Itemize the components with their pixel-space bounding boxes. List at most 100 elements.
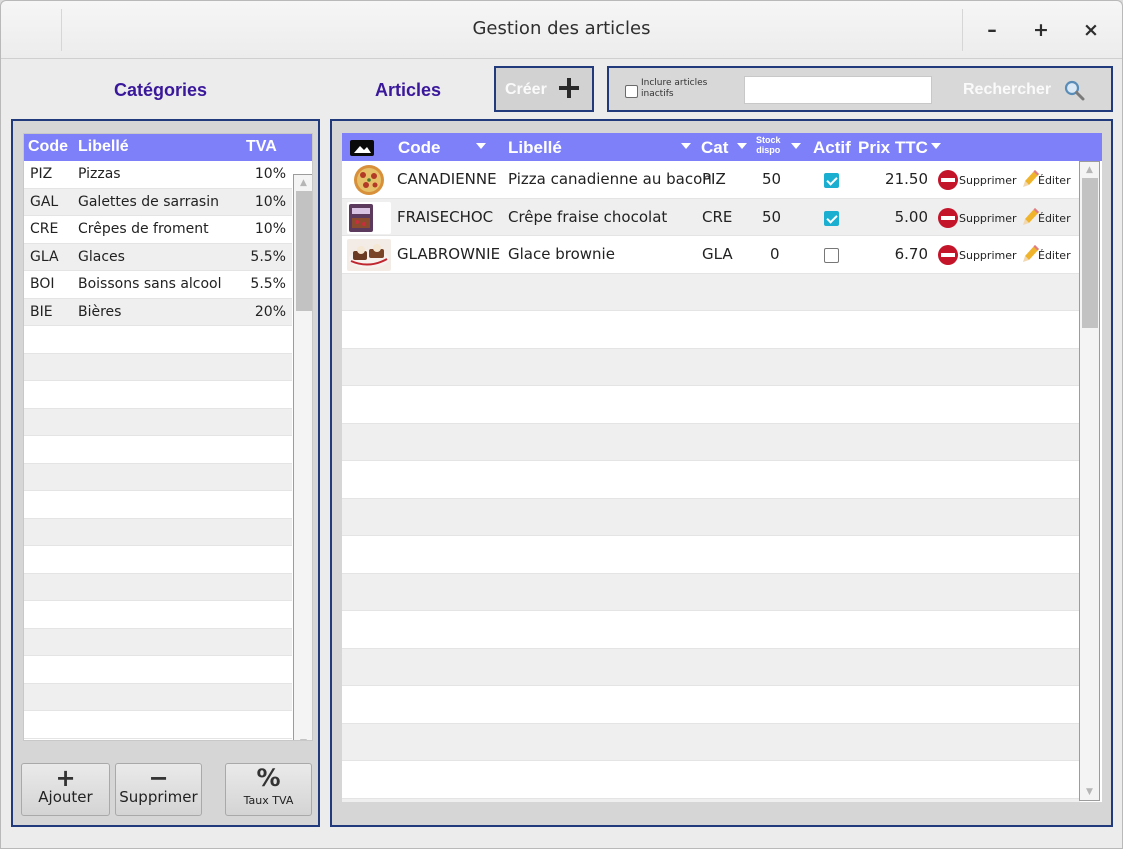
table-row[interactable]: CRE Crêpes de froment 10% (24, 216, 292, 244)
category-code: CRE (30, 221, 59, 237)
edit-label: Éditer (1038, 174, 1071, 187)
table-row[interactable]: FRAISECHOC Crêpe fraise chocolat CRE 50 … (342, 198, 1080, 236)
table-row[interactable]: BOI Boissons sans alcool 5.5% (24, 271, 292, 299)
column-header-label[interactable]: Libellé (78, 138, 129, 156)
glace-image (347, 239, 391, 271)
empty-row (24, 491, 292, 519)
create-label: Créer (505, 81, 547, 98)
pizza-image (354, 165, 384, 195)
active-checkbox[interactable] (824, 173, 839, 188)
app-window: Gestion des articles – + × Catégories Ar… (0, 0, 1123, 849)
empty-row (24, 573, 292, 601)
categories-rows: PIZ Pizzas 10% GAL Galettes de sarrasin 10% … (24, 161, 292, 739)
sort-arrow-icon[interactable] (681, 143, 691, 149)
column-header-tva[interactable]: TVA (246, 138, 277, 156)
categories-scrollbar[interactable]: ▲ ▼ (293, 174, 312, 740)
empty-row (342, 536, 1080, 574)
empty-row (24, 683, 292, 711)
categories-panel: Code Libellé TVA PIZ Pizzas 10% GAL Galette… (11, 119, 320, 827)
column-header-code[interactable]: Code (28, 138, 68, 156)
article-code: CANADIENNE (397, 170, 497, 188)
add-category-button[interactable]: + Ajouter (21, 763, 110, 816)
empty-row (342, 273, 1080, 311)
table-row[interactable]: GLABROWNIE Glace brownie GLA 0 6.70 Supp… (342, 236, 1080, 274)
scrollbar-thumb[interactable] (296, 191, 312, 311)
empty-row (342, 423, 1080, 461)
empty-row (24, 628, 292, 656)
crepe-image (347, 201, 391, 234)
column-header-price[interactable]: Prix TTC (858, 138, 928, 158)
table-row[interactable]: PIZ Pizzas 10% (24, 161, 292, 189)
scroll-up-icon[interactable]: ▲ (1080, 163, 1099, 177)
minimize-button[interactable]: – (977, 15, 1007, 45)
category-code: PIZ (30, 166, 53, 182)
edit-label: Éditer (1038, 249, 1071, 262)
table-row[interactable]: GLA Glaces 5.5% (24, 243, 292, 271)
mountain-icon (354, 146, 371, 153)
edit-label: Éditer (1038, 211, 1071, 225)
column-header-stock[interactable]: Stock dispo (756, 135, 781, 155)
no-entry-icon (938, 170, 958, 190)
maximize-button[interactable]: + (1026, 15, 1056, 45)
sort-arrow-icon[interactable] (931, 143, 941, 149)
column-header-code[interactable]: Code (398, 138, 441, 158)
include-inactive-label: Inclure articles inactifs (641, 78, 708, 99)
active-checkbox[interactable] (824, 210, 839, 226)
article-code: GLABROWNIE (397, 245, 501, 263)
articles-table: Code Libellé Cat Stock dispo Actif Prix … (342, 133, 1102, 802)
category-tva: 10% (254, 193, 286, 210)
no-entry-icon (938, 207, 958, 228)
article-stock: 50 (762, 170, 782, 188)
table-row[interactable]: GAL Galettes de sarrasin 10% (24, 188, 292, 216)
delete-label: Supprimer (959, 211, 1017, 225)
create-article-button[interactable]: Créer (494, 66, 594, 112)
empty-row (342, 611, 1080, 649)
category-code: GAL (30, 193, 59, 210)
category-label: Boissons sans alcool (78, 276, 222, 292)
active-checkbox[interactable] (824, 248, 839, 263)
article-label: Crêpe fraise chocolat (508, 207, 668, 226)
articles-heading: Articles (375, 80, 442, 100)
close-button[interactable]: × (1076, 15, 1106, 45)
category-tva: 20% (254, 303, 286, 320)
delete-label: Supprimer (959, 249, 1017, 262)
sort-arrow-icon[interactable] (476, 143, 486, 149)
search-input[interactable] (744, 76, 932, 104)
category-code: BIE (30, 303, 53, 320)
delete-category-button[interactable]: − Supprimer (115, 763, 202, 816)
tva-rate-button[interactable]: % Taux TVA (225, 763, 312, 816)
scrollbar-thumb[interactable] (1082, 178, 1098, 328)
column-header-active[interactable]: Actif (813, 138, 851, 158)
image-column-icon (350, 140, 374, 156)
article-price: 21.50 (885, 170, 928, 188)
category-tva: 5.5% (250, 248, 286, 265)
article-stock: 0 (770, 245, 780, 263)
column-header-cat[interactable]: Cat (701, 138, 728, 158)
articles-table-header: Code Libellé Cat Stock dispo Actif Prix … (342, 133, 1102, 161)
category-tva: 5.5% (250, 276, 286, 292)
include-inactive-checkbox[interactable] (625, 85, 638, 98)
categories-table-header: Code Libellé TVA (24, 134, 312, 161)
titlebar-separator (962, 9, 963, 51)
category-tva: 10% (254, 166, 286, 182)
table-row[interactable]: CANADIENNE Pizza canadienne au bacon PIZ… (342, 161, 1080, 199)
delete-category-label: Supprimer (119, 788, 198, 806)
empty-row (24, 353, 292, 381)
empty-row (24, 436, 292, 464)
tva-rate-label: Taux TVA (243, 794, 294, 807)
empty-row (24, 463, 292, 491)
sort-arrow-icon[interactable] (737, 143, 747, 149)
articles-scrollbar[interactable]: ▲ ▼ (1079, 161, 1100, 801)
table-row[interactable]: BIE Bières 20% (24, 298, 292, 326)
article-price: 6.70 (894, 245, 928, 263)
article-stock: 50 (762, 207, 782, 226)
column-header-label[interactable]: Libellé (508, 138, 562, 158)
article-label: Glace brownie (508, 245, 615, 263)
articles-panel: Code Libellé Cat Stock dispo Actif Prix … (330, 119, 1113, 827)
scroll-up-icon[interactable]: ▲ (294, 176, 312, 190)
scroll-down-icon[interactable]: ▼ (294, 736, 312, 740)
article-price: 5.00 (894, 207, 928, 226)
scroll-down-icon[interactable]: ▼ (1080, 785, 1099, 799)
sort-arrow-icon[interactable] (791, 143, 801, 149)
article-code: FRAISECHOC (397, 207, 494, 226)
